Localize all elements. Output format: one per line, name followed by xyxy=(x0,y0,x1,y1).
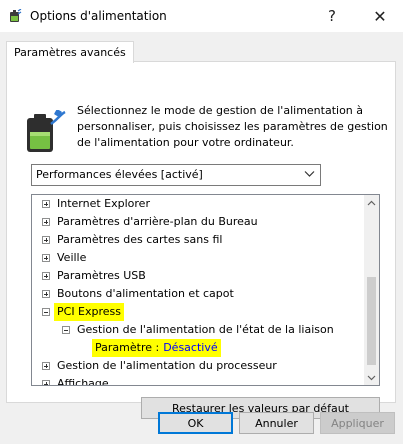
battery-plug-icon xyxy=(27,110,66,152)
chevron-down-icon xyxy=(304,171,315,177)
power-plan-selected: Performances élevées [activé] xyxy=(36,168,203,181)
scroll-thumb[interactable] xyxy=(367,277,376,365)
close-button[interactable]: ✕ xyxy=(360,0,400,32)
expand-plus-icon[interactable] xyxy=(42,290,50,298)
description-text: Sélectionnez le mode de gestion de l'ali… xyxy=(77,104,388,149)
expand-plus-icon[interactable] xyxy=(42,380,50,385)
help-button[interactable]: ? xyxy=(312,0,352,32)
scroll-up-button[interactable] xyxy=(364,195,379,210)
tree-scrollbar[interactable] xyxy=(364,195,379,385)
chevron-up-icon xyxy=(367,200,376,205)
setting-label: Paramètre : xyxy=(95,341,160,354)
tab-advanced-settings[interactable]: Paramètres avancés xyxy=(6,41,134,63)
expand-plus-icon[interactable] xyxy=(42,362,50,370)
chevron-down-icon xyxy=(367,375,376,380)
expand-plus-icon[interactable] xyxy=(42,200,50,208)
window-title: Options d'alimentation xyxy=(30,9,167,23)
apply-button[interactable]: Appliquer xyxy=(320,412,395,434)
collapse-minus-icon[interactable] xyxy=(42,308,50,316)
cancel-button[interactable]: Annuler xyxy=(239,412,314,434)
expand-plus-icon[interactable] xyxy=(42,254,50,262)
collapse-minus-icon[interactable] xyxy=(62,326,70,334)
expand-plus-icon[interactable] xyxy=(42,272,50,280)
settings-tree[interactable]: Internet Explorer Paramètres d'arrière-p… xyxy=(31,194,380,386)
expand-plus-icon[interactable] xyxy=(42,236,50,244)
title-bar: Options d'alimentation ? ✕ xyxy=(0,0,403,32)
ok-button[interactable]: OK xyxy=(158,412,233,434)
power-plan-dropdown[interactable]: Performances élevées [activé] xyxy=(31,164,321,186)
scroll-down-button[interactable] xyxy=(364,370,379,385)
expand-plus-icon[interactable] xyxy=(42,218,50,226)
tab-panel: Sélectionnez le mode de gestion de l'ali… xyxy=(6,61,396,419)
power-options-icon xyxy=(10,9,22,22)
setting-value[interactable]: Désactivé xyxy=(163,341,217,354)
dialog-body: Paramètres avancés Sélectionnez le mode … xyxy=(0,32,403,444)
